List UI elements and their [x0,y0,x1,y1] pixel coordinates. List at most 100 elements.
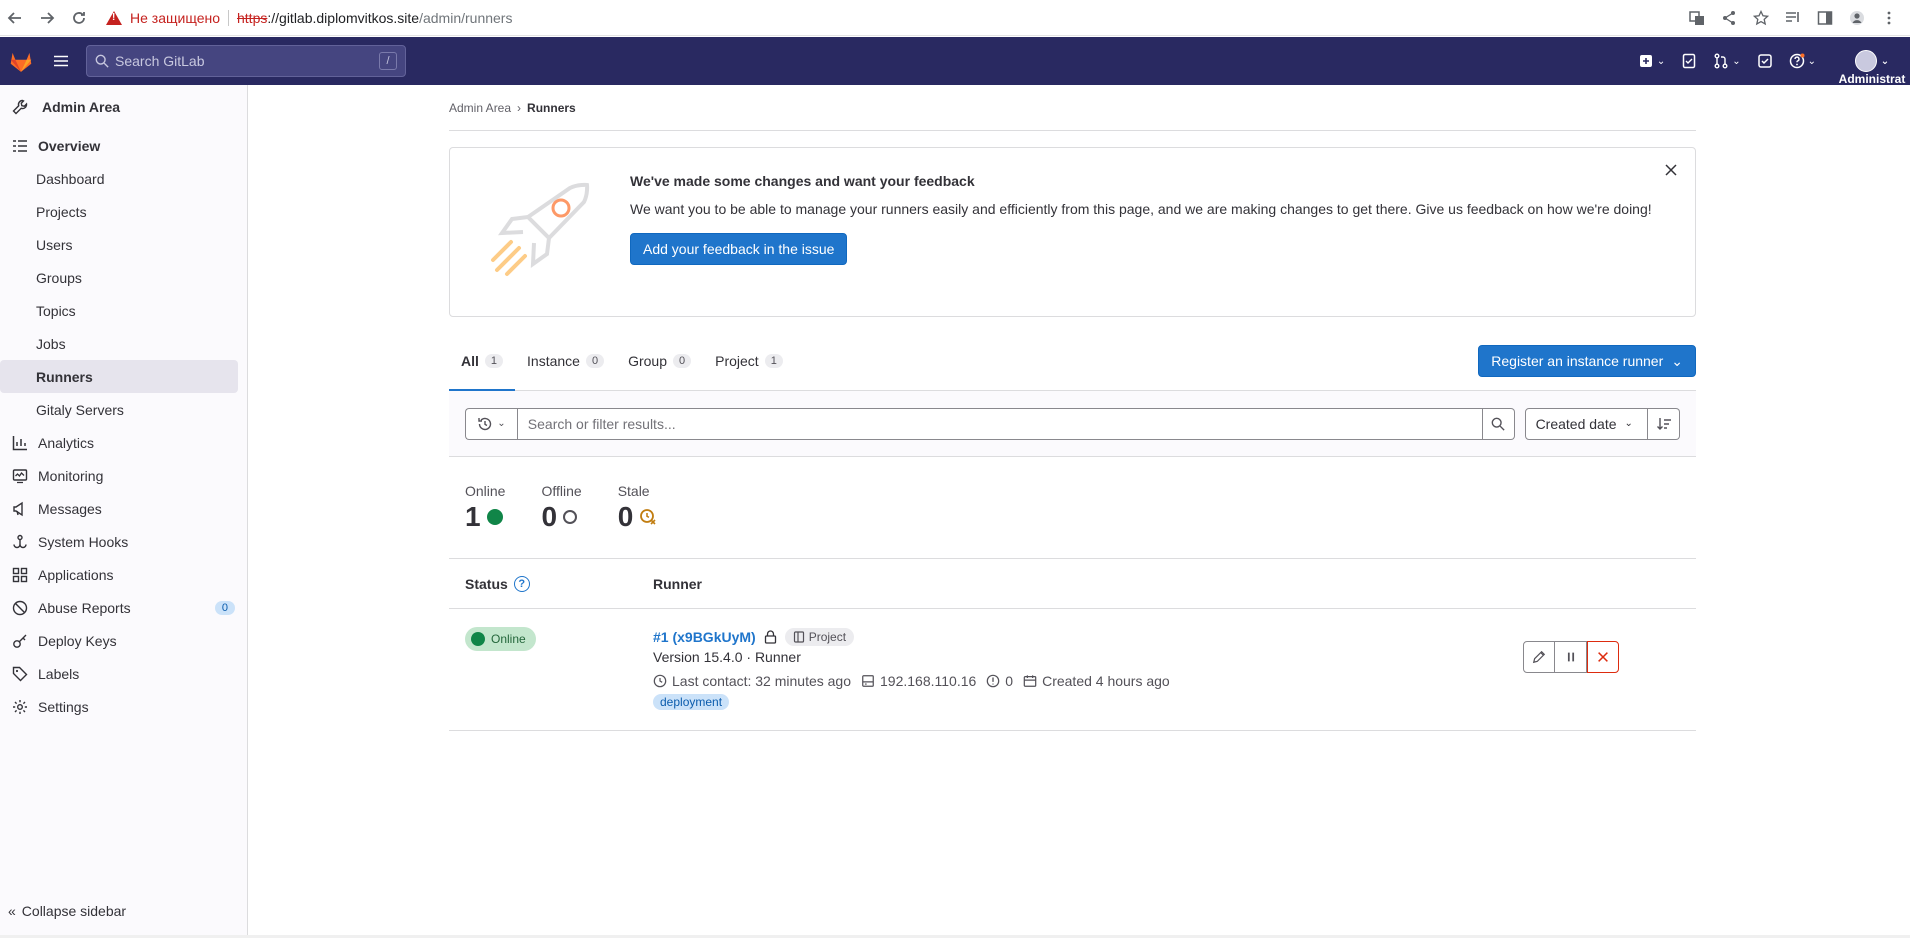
status-badge-label: Online [491,632,526,646]
sidebar-item-messages[interactable]: Messages [0,492,239,525]
sidebar-item-label: Gitaly Servers [36,401,124,418]
tab-group[interactable]: Group 0 [616,331,703,391]
back-icon[interactable] [2,5,28,31]
help-icon[interactable]: ? [513,575,530,592]
sidebar-header[interactable]: Admin Area [0,85,247,129]
bookmark-star-icon[interactable] [1748,5,1774,31]
sidebar-subitem-runners[interactable]: Runners [0,360,238,393]
user-label: Administrat [1838,72,1906,86]
chevron-down-icon: ⌄ [1880,55,1890,67]
key-icon [12,633,28,649]
plus-square-icon [1639,55,1652,67]
stat-value: 0 [541,501,558,532]
register-runner-button[interactable]: Register an instance runner ⌄ [1478,345,1696,377]
abuse-icon [12,600,28,616]
insecure-label: Не защищено [130,9,220,26]
calendar-icon [1023,675,1037,687]
translate-icon[interactable] [1684,5,1710,31]
sort-descending-icon [1656,417,1671,430]
profile-icon[interactable] [1844,5,1870,31]
sidebar-subitem-projects[interactable]: Projects [0,195,238,228]
recent-searches-dropdown[interactable]: ⌄ [465,407,517,440]
feedback-button[interactable]: Add your feedback in the issue [630,233,848,265]
collapse-sidebar-button[interactable]: « Collapse sidebar [8,903,126,919]
tab-count: 0 [673,353,692,368]
runner-name-link[interactable]: #1 (x9BGkUyM) [653,627,756,647]
sidebar-subitem-jobs[interactable]: Jobs [0,327,238,360]
sidebar-item-label: Projects [36,203,87,220]
sidebar-item-label: Labels [38,665,80,682]
sidebar-item-applications[interactable]: Applications [0,558,239,591]
share-icon[interactable] [1716,5,1742,31]
tab-all[interactable]: All 1 [449,331,515,391]
sort-dropdown[interactable]: Created date ⌄ [1524,407,1649,440]
sort-direction-button[interactable] [1648,407,1680,440]
sidebar-item-label: Analytics [38,434,95,451]
abuse-count-badge: 0 [214,600,235,615]
insecure-warning[interactable]: Не защищено [106,10,220,26]
status-badge: Online [465,627,536,651]
sidebar-item-label: Abuse Reports [38,599,131,616]
issues-button[interactable] [1673,45,1705,77]
overview-icon [12,138,28,154]
merge-requests-button[interactable]: ⌄ [1705,45,1748,77]
filter-search-input[interactable]: Search or filter results... [516,407,1483,440]
created-at: Created 4 hours ago [1042,673,1170,689]
hook-icon [12,534,28,550]
stale-clock-icon [640,509,656,525]
breadcrumb-root[interactable]: Admin Area [449,101,511,115]
pipeline-icon [986,674,1000,688]
sidebar-subitem-groups[interactable]: Groups [0,261,238,294]
sidebar-item-labels[interactable]: Labels [0,657,239,690]
sidebar-item-label: Topics [36,302,76,319]
forward-icon[interactable] [34,5,60,31]
sort-label: Created date [1535,415,1617,432]
sidebar-item-abuse-reports[interactable]: Abuse Reports 0 [0,591,239,624]
filter-search-button[interactable] [1482,407,1515,440]
close-icon [1598,652,1608,662]
sidebar-item-label: Messages [38,500,102,517]
sidebar-item-analytics[interactable]: Analytics [0,426,239,459]
tab-project[interactable]: Project 1 [703,331,795,391]
pause-runner-button[interactable] [1555,641,1587,673]
global-search-input[interactable]: Search GitLab / [86,45,406,77]
sidebar-item-settings[interactable]: Settings [0,690,239,723]
menu-icon[interactable] [41,37,81,85]
breadcrumb-current[interactable]: Runners [527,101,576,115]
reading-list-icon[interactable] [1780,5,1806,31]
user-menu[interactable]: ⌄ Administrat [1824,50,1910,86]
sidebar-item-label: Dashboard [36,170,105,187]
edit-runner-button[interactable] [1523,641,1555,673]
sidebar-subitem-dashboard[interactable]: Dashboard [0,162,238,195]
todo-icon [1757,54,1772,68]
filter-bar: ⌄ Search or filter results... Created da… [449,391,1696,457]
runner-tabs: All 1 Instance 0 Group 0 Project 1 Regis… [449,331,1696,391]
runner-type-label: Project [808,630,847,644]
browser-menu-icon[interactable] [1876,5,1902,31]
sidebar-subitem-users[interactable]: Users [0,228,238,261]
sidebar-item-deploy-keys[interactable]: Deploy Keys [0,624,239,657]
help-button[interactable]: ⌄ [1781,45,1824,77]
sidebar-item-label: Jobs [36,335,66,352]
sidebar-item-label: Overview [38,137,101,154]
close-icon[interactable] [1663,162,1679,178]
todos-button[interactable] [1749,45,1781,77]
delete-runner-button[interactable] [1587,641,1619,673]
sidebar-subitem-topics[interactable]: Topics [0,294,238,327]
sidebar-item-monitoring[interactable]: Monitoring [0,459,239,492]
runner-version: Version 15.4.0 · Runner [653,649,801,665]
sidebar-item-overview[interactable]: Overview [0,129,239,162]
double-chevron-left-icon: « [8,903,16,919]
gitlab-logo-icon[interactable] [1,37,41,85]
chart-icon [12,435,28,451]
create-new-button[interactable]: ⌄ [1630,45,1673,77]
gear-icon [12,699,28,715]
search-placeholder: Search GitLab [115,53,205,69]
address-bar[interactable]: https://gitlab.diplomvitkos.site/admin/r… [237,10,512,26]
sidebar-item-system-hooks[interactable]: System Hooks [0,525,239,558]
side-panel-icon[interactable] [1812,5,1838,31]
tab-instance[interactable]: Instance 0 [515,331,616,391]
reload-icon[interactable] [66,5,92,31]
url-path: /admin/runners [419,9,513,26]
sidebar-subitem-gitaly-servers[interactable]: Gitaly Servers [0,393,238,426]
